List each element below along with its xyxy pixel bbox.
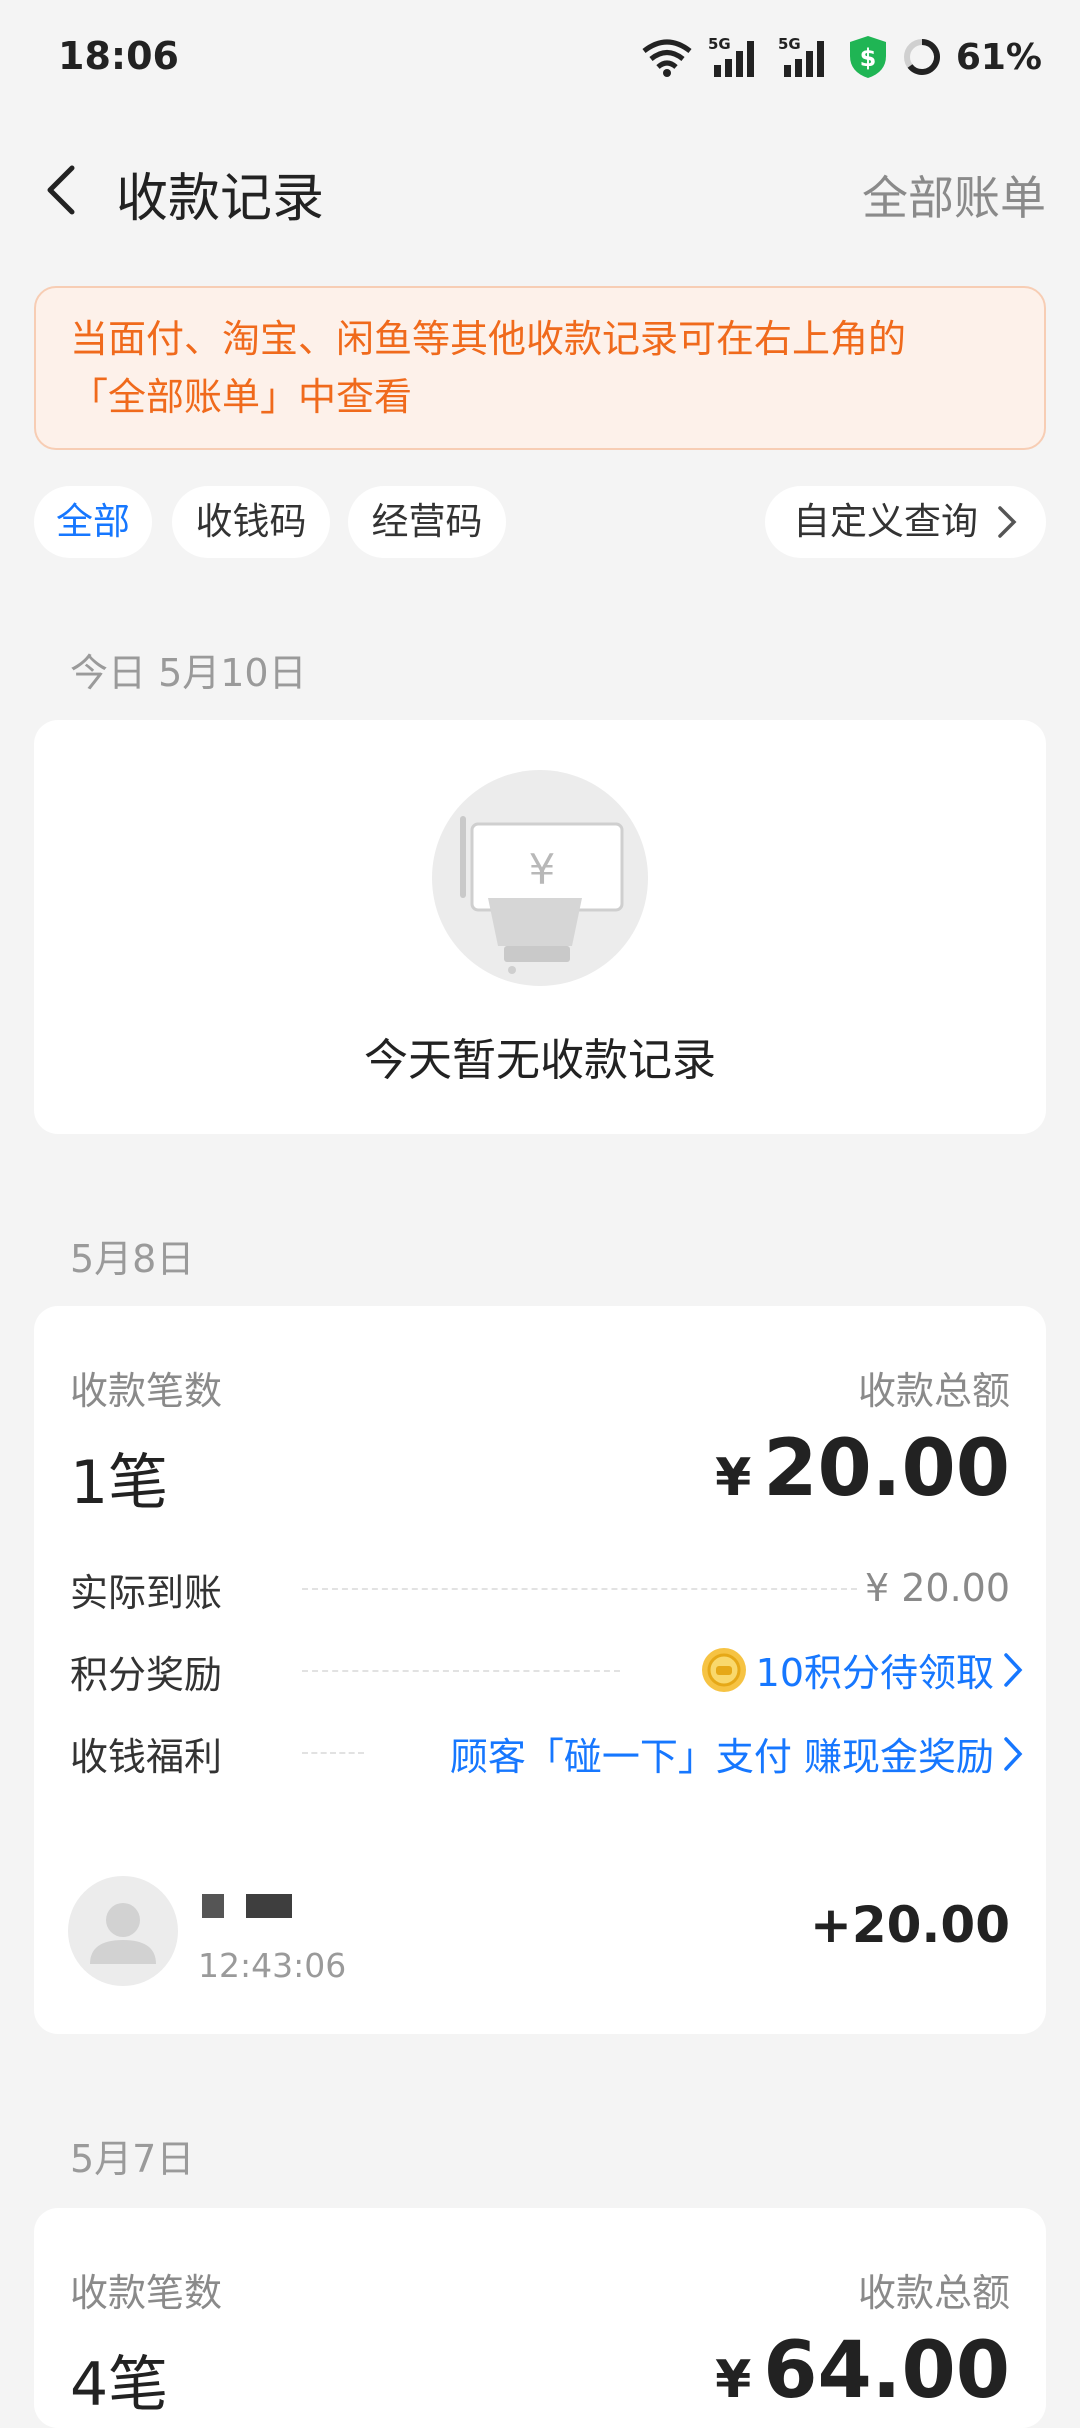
all-bills-link[interactable]: 全部账单 bbox=[862, 162, 1046, 228]
custom-query-label: 自定义查询 bbox=[793, 500, 978, 543]
battery-percent: 61% bbox=[955, 36, 1042, 78]
status-icons: 5G 5G $ 61% bbox=[640, 32, 1042, 82]
day-summary-card[interactable]: 收款笔数 收款总额 4笔 ¥64.00 bbox=[34, 2208, 1046, 2428]
date-may-8: 5月8日 bbox=[70, 1237, 195, 1281]
collection-benefit-label: 收钱福利 bbox=[70, 1735, 223, 1779]
chevron-right-icon bbox=[1004, 1652, 1023, 1687]
divider-dashed bbox=[302, 1670, 620, 1672]
divider-dashed bbox=[302, 1752, 364, 1754]
collection-benefit-value: 顾客「碰一下」支付 赚现金奖励 bbox=[449, 1735, 994, 1779]
notice-line-1: 当面付、淘宝、闲鱼等其他收款记录可在右上角的 bbox=[70, 317, 907, 361]
avatar bbox=[68, 1876, 178, 1986]
yen-sign: ¥ bbox=[715, 2350, 752, 2410]
count-label: 收款笔数 bbox=[70, 1369, 223, 1413]
svg-text:$: $ bbox=[859, 44, 876, 72]
gold-coin-icon bbox=[701, 1647, 746, 1692]
points-reward-value: 10积分待领取 bbox=[755, 1651, 994, 1695]
page-title: 收款记录 bbox=[116, 169, 325, 229]
points-reward-link[interactable]: 10积分待领取 bbox=[700, 1642, 1024, 1697]
redacted-name bbox=[246, 1894, 292, 1918]
date-may-7: 5月7日 bbox=[70, 2137, 195, 2181]
tab-business-code[interactable]: 经营码 bbox=[348, 486, 506, 558]
tab-collection-code[interactable]: 收钱码 bbox=[172, 486, 330, 558]
wifi-icon bbox=[642, 39, 692, 77]
points-reward-label: 积分奖励 bbox=[70, 1653, 223, 1697]
tab-all[interactable]: 全部 bbox=[34, 486, 152, 558]
nav-bar: 收款记录 全部账单 bbox=[0, 130, 1080, 250]
signal-5g-icon: 5G bbox=[778, 35, 824, 77]
total-label: 收款总额 bbox=[857, 2271, 1010, 2315]
transaction-amount: +20.00 bbox=[809, 1896, 1010, 1954]
chevron-right-icon bbox=[1004, 1736, 1023, 1771]
transaction-time: 12:43:06 bbox=[198, 1946, 347, 1985]
back-arrow-icon[interactable] bbox=[34, 160, 94, 220]
empty-pos-illustration: ¥ bbox=[432, 770, 648, 986]
empty-card: ¥ 今天暂无收款记录 bbox=[34, 720, 1046, 1134]
actual-received-value: ¥ 20.00 bbox=[864, 1566, 1010, 1610]
empty-message: 今天暂无收款记录 bbox=[364, 1035, 716, 1086]
notice-banner: 当面付、淘宝、闲鱼等其他收款记录可在右上角的 「全部账单」中查看 bbox=[34, 286, 1046, 450]
count-label: 收款笔数 bbox=[70, 2271, 223, 2315]
divider-dashed bbox=[302, 1588, 857, 1590]
total-label: 收款总额 bbox=[857, 1369, 1010, 1413]
signal-5g-icon: 5G bbox=[708, 35, 754, 77]
total-amount: ¥20.00 bbox=[715, 1424, 1010, 1514]
filter-bar: 全部 收钱码 经营码 自定义查询 bbox=[34, 486, 1046, 558]
notice-line-2: 「全部账单」中查看 bbox=[70, 375, 413, 419]
total-amount: ¥64.00 bbox=[715, 2326, 1010, 2416]
transaction-count: 4笔 bbox=[70, 2350, 169, 2420]
total-value: 20.00 bbox=[763, 1424, 1010, 1514]
status-bar: 18:06 5G 5G $ 61% bbox=[0, 0, 1080, 120]
svg-text:5G: 5G bbox=[778, 35, 801, 53]
battery-ring-icon bbox=[903, 39, 940, 75]
total-value: 64.00 bbox=[763, 2326, 1010, 2416]
actual-received-label: 实际到账 bbox=[70, 1571, 223, 1615]
day-summary-card[interactable]: 收款笔数 收款总额 1笔 ¥20.00 实际到账 ¥ 20.00 积分奖励 10… bbox=[34, 1306, 1046, 2034]
shield-icon: $ bbox=[849, 36, 886, 78]
status-time: 18:06 bbox=[58, 34, 179, 78]
user-placeholder-icon bbox=[90, 1903, 156, 1964]
chevron-right-icon bbox=[998, 506, 1017, 538]
svg-text:¥: ¥ bbox=[529, 845, 556, 894]
redacted-name bbox=[202, 1894, 224, 1918]
svg-text:5G: 5G bbox=[708, 35, 731, 53]
transaction-count: 1笔 bbox=[70, 1448, 169, 1518]
date-today: 今日 5月10日 bbox=[70, 651, 307, 695]
yen-sign: ¥ bbox=[715, 1448, 752, 1508]
collection-benefit-link[interactable]: 顾客「碰一下」支付 赚现金奖励 bbox=[450, 1726, 1024, 1781]
custom-query-button[interactable]: 自定义查询 bbox=[765, 486, 1046, 558]
